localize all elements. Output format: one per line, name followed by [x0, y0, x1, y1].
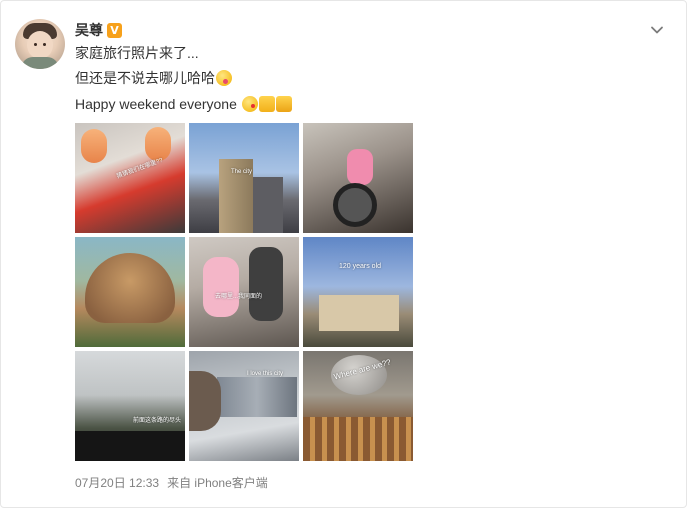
photo-thumbnail[interactable] — [303, 123, 413, 233]
photo-thumbnail[interactable] — [75, 237, 185, 347]
author-row: 吴尊 V — [75, 20, 122, 40]
timestamp[interactable]: 07月20日 12:33 — [75, 474, 159, 491]
photo-thumbnail[interactable]: I love this city — [189, 351, 299, 461]
photo-thumbnail[interactable]: 去哪里...我同面的 — [189, 237, 299, 347]
post-meta: 07月20日 12:33 来自 iPhone客户端 — [75, 474, 268, 491]
photo-thumbnail[interactable]: 120 years old — [303, 237, 413, 347]
avatar[interactable] — [15, 19, 65, 69]
kiss-emoji-icon — [241, 96, 258, 112]
photo-caption: 去哪里...我同面的 — [215, 294, 263, 300]
photo-thumbnail[interactable]: 前面这条路的尽头 — [75, 351, 185, 461]
photo-grid: 猜猜我们在哪里?? The city 去哪里...我同面的 120 years … — [75, 123, 413, 461]
post-source: 来自 iPhone客户端 — [167, 476, 268, 490]
verified-icon: V — [107, 22, 122, 38]
photo-caption: I love this city — [247, 371, 284, 377]
photo-thumbnail[interactable]: Where are we?? — [303, 351, 413, 461]
photo-thumbnail[interactable]: The city — [189, 123, 299, 233]
photo-caption: 前面这条路的尽头 — [133, 418, 182, 424]
photo-caption: The city — [231, 169, 253, 175]
post-text: 家庭旅行照片来了... — [75, 45, 199, 61]
thumbs-up-emoji-icon — [258, 96, 275, 112]
post-text-line-1: 家庭旅行照片来了... — [75, 43, 199, 63]
post-text-line-2: 但还是不说去哪儿哈哈 — [75, 68, 232, 88]
post-text: Happy weekend everyone — [75, 96, 237, 112]
photo-caption: 120 years old — [339, 263, 382, 270]
photo-thumbnail[interactable]: 猜猜我们在哪里?? — [75, 123, 185, 233]
weibo-post-card: 吴尊 V 家庭旅行照片来了... 但还是不说去哪儿哈哈 Happy weeken… — [0, 0, 687, 508]
chevron-down-icon[interactable] — [650, 23, 664, 37]
post-text: 但还是不说去哪儿哈哈 — [75, 70, 215, 86]
flexed-biceps-emoji-icon — [275, 96, 292, 112]
post-text-line-3: Happy weekend everyone — [75, 94, 292, 114]
tongue-wink-emoji-icon — [216, 70, 232, 86]
photo-caption: 猜猜我们在哪里?? — [115, 157, 164, 181]
author-name[interactable]: 吴尊 — [75, 20, 103, 40]
